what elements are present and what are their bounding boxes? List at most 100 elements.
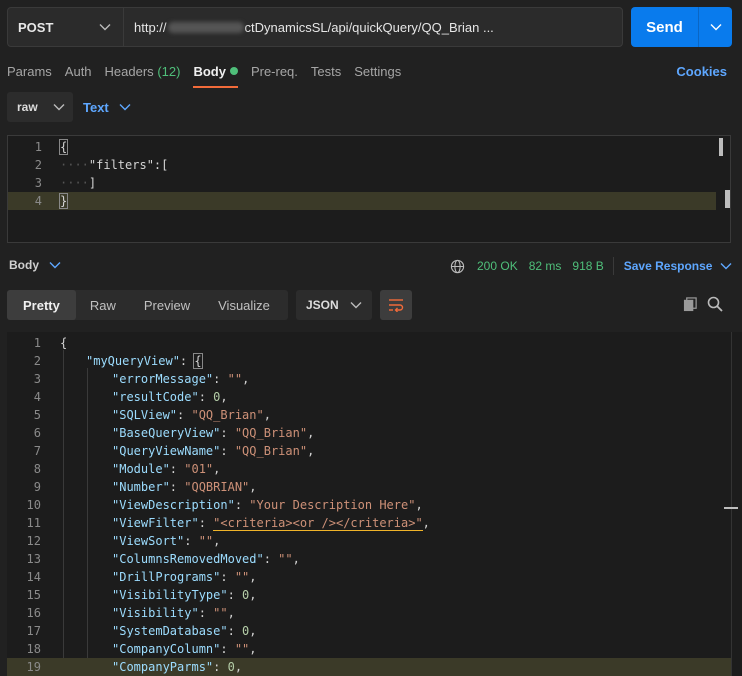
headers-count: (12) — [157, 64, 181, 79]
tab-raw[interactable]: Raw — [76, 290, 130, 320]
code-line: 6 "BaseQueryView": "QQ_Brian", — [7, 424, 731, 442]
json-punctuation: , — [220, 390, 228, 404]
chevron-down-icon — [53, 104, 65, 111]
tab-headers[interactable]: Headers (12) — [105, 62, 181, 88]
whitespace-dots: ···· — [60, 158, 89, 172]
line-number: 17 — [26, 624, 41, 638]
code-text: "SystemDatabase": 0, — [112, 624, 257, 638]
tab-preview[interactable]: Preview — [130, 290, 204, 320]
send-options-button[interactable] — [698, 7, 732, 47]
globe-icon[interactable] — [450, 259, 465, 274]
response-size[interactable]: 918 B — [572, 259, 603, 273]
chevron-down-icon — [99, 24, 111, 31]
json-value: "<criteria><or /></criteria>" — [213, 516, 423, 531]
line-number: 12 — [26, 534, 41, 548]
redacted-host — [167, 21, 244, 33]
json-value: "" — [278, 552, 293, 566]
json-punctuation: , — [249, 624, 257, 638]
tab-pre-request[interactable]: Pre-req. — [251, 62, 298, 88]
json-punctuation: , — [249, 480, 257, 494]
tab-tests[interactable]: Tests — [311, 62, 341, 88]
line-number: 7 — [33, 444, 41, 458]
json-value: 0 — [227, 660, 235, 674]
code-line: 15 "VisibilityType": 0, — [7, 586, 731, 604]
code-line: 2 "myQueryView": { — [7, 352, 731, 370]
divider — [612, 257, 614, 275]
tab-label: Tests — [310, 64, 342, 79]
line-number: 19 — [26, 660, 41, 674]
send-button[interactable]: Send — [631, 7, 698, 47]
code-line: 7 "QueryViewName": "QQ_Brian", — [7, 442, 731, 460]
chevron-down-icon — [350, 302, 362, 309]
line-number: 13 — [26, 552, 41, 566]
status-code[interactable]: 200 OK — [477, 259, 518, 273]
tab-settings[interactable]: Settings — [354, 62, 401, 88]
code-text: "CompanyColumn": "", — [112, 642, 257, 656]
json-value: "" — [234, 570, 250, 584]
json-punctuation: , — [263, 408, 271, 422]
code-text: { — [58, 138, 69, 156]
code-text: "Visibility": "", — [112, 606, 235, 620]
code-token: { — [58, 139, 69, 155]
body-format-label: Text — [83, 99, 109, 115]
response-body-label: Body — [9, 258, 39, 272]
wrap-lines-button[interactable] — [380, 290, 412, 320]
code-text: { — [60, 334, 67, 352]
response-format-select[interactable]: JSON — [296, 290, 372, 320]
json-value: "QQBRIAN" — [184, 480, 250, 494]
line-number: 5 — [33, 408, 41, 422]
response-meta: 200 OK 82 ms 918 B Save Response — [450, 257, 732, 275]
line-number: 4 — [33, 390, 41, 404]
code-text: "ViewDescription": "Your Description Her… — [112, 498, 423, 512]
copy-icon[interactable] — [683, 297, 698, 312]
line-number: 6 — [33, 426, 41, 440]
method-select[interactable]: POST — [8, 8, 124, 46]
code-line: 8 "Module": "01", — [7, 460, 731, 478]
tab-pretty[interactable]: Pretty — [7, 290, 76, 320]
json-key: "ViewFilter" — [112, 516, 199, 530]
json-key: "VisibilityType" — [112, 588, 228, 602]
wrap-lines-icon — [389, 299, 404, 312]
response-time[interactable]: 82 ms — [529, 259, 562, 273]
scrollbar-thumb[interactable] — [719, 138, 723, 156]
json-key: "errorMessage" — [112, 372, 214, 386]
json-key: "ColumnsRemovedMoved" — [112, 552, 264, 566]
body-format-select[interactable]: Text — [83, 92, 131, 122]
json-key: "SQLView" — [112, 408, 178, 422]
send-button-group: Send — [631, 7, 732, 47]
response-body-viewer[interactable]: 1{2 "myQueryView": {3 "errorMessage": "", 4… — [7, 332, 742, 676]
url-input[interactable]: http:// ctDynamicsSL/api/quickQuery/QQ_Br… — [124, 8, 622, 46]
json-punctuation: , — [234, 660, 243, 674]
response-scrollbar[interactable] — [731, 332, 742, 676]
code-text: } — [58, 192, 69, 210]
tab-body[interactable]: Body — [193, 62, 238, 88]
line-number: 4 — [34, 194, 42, 208]
json-value: "" — [234, 642, 250, 656]
code-line: 16 "Visibility": "", — [7, 604, 731, 622]
response-body-select[interactable]: Body — [9, 258, 61, 272]
json-punctuation: , — [213, 534, 221, 548]
json-key: "SystemDatabase" — [112, 624, 228, 638]
code-text: ····] — [60, 174, 96, 192]
json-punctuation: , — [242, 372, 250, 386]
code-line: 11 "ViewFilter": "<criteria><or /></crite… — [7, 514, 731, 532]
code-line: 3 "errorMessage": "", — [7, 370, 731, 388]
cookies-link[interactable]: Cookies — [676, 64, 727, 79]
tab-visualize[interactable]: Visualize — [204, 290, 284, 320]
tab-label: Params — [7, 64, 52, 79]
line-number: 14 — [26, 570, 41, 584]
code-text: "resultCode": 0, — [112, 390, 228, 404]
body-mode-select[interactable]: raw — [7, 92, 73, 122]
search-icon[interactable] — [707, 296, 723, 312]
code-text: "ViewSort": "", — [112, 534, 221, 548]
save-response-label: Save Response — [623, 259, 713, 273]
request-body-editor[interactable]: 1 { 2 ····"filters":[ 3 ····] 4 } — [7, 135, 731, 243]
url-prefix: http:// — [134, 19, 167, 35]
json-punctuation: , — [227, 606, 235, 620]
json-key: "ViewSort" — [112, 534, 185, 548]
tab-params[interactable]: Params — [7, 62, 52, 88]
tab-auth[interactable]: Auth — [65, 62, 92, 88]
json-punctuation: , — [422, 516, 430, 530]
save-response-button[interactable]: Save Response — [624, 259, 733, 273]
code-line: 10 "ViewDescription": "Your Description H… — [7, 496, 731, 514]
